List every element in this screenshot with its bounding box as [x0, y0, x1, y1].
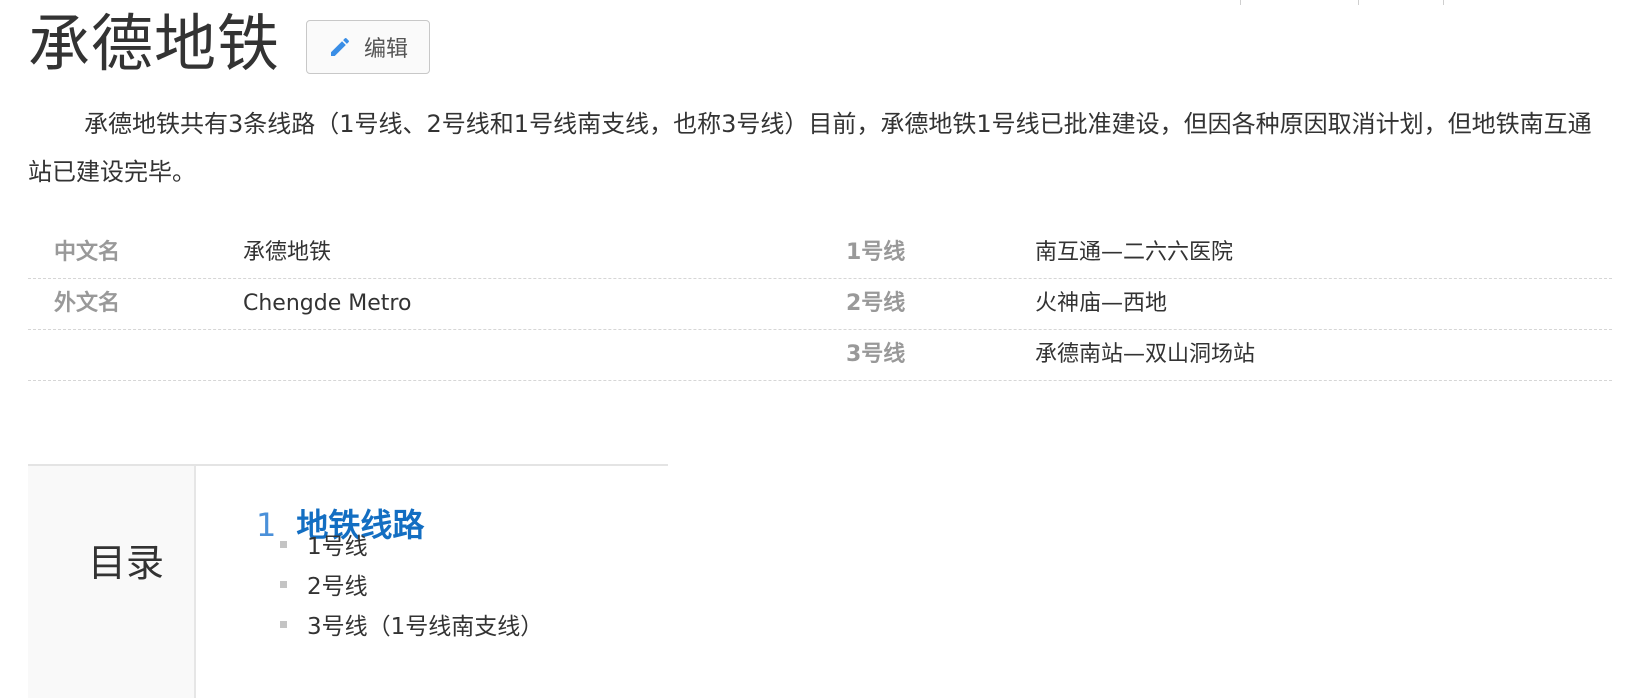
info-key: 外文名	[54, 291, 121, 316]
info-key: 2号线	[846, 291, 906, 316]
info-value: 火神庙—西地	[1035, 291, 1168, 316]
toc-item-line-3[interactable]: 3号线（1号线南支线）	[280, 612, 543, 642]
edit-button[interactable]: 编辑	[306, 20, 431, 74]
toc-label-column: 目录	[28, 466, 196, 698]
page-title: 承德地铁	[28, 7, 281, 80]
page: 承德地铁 编辑 承德地铁共有3条线路（1号线、2号线和1号线南支线，也称3号线）…	[0, 0, 1630, 698]
info-row: 外文名 Chengde Metro 2号线 火神庙—西地	[28, 279, 1612, 330]
edit-button-label: 编辑	[364, 37, 409, 62]
info-value: 承德南站—双山洞场站	[1035, 342, 1256, 367]
info-value: 南互通—二六六医院	[1035, 240, 1234, 265]
toc-item-line-2[interactable]: 2号线	[280, 572, 368, 602]
toc-item-label[interactable]: 2号线	[307, 574, 368, 600]
info-value: 承德地铁	[243, 240, 332, 265]
bullet-icon	[280, 541, 287, 548]
info-key: 3号线	[846, 342, 906, 367]
top-toolbar-separators	[1240, 0, 1490, 6]
toc-item-label[interactable]: 1号线	[307, 534, 368, 560]
summary-paragraph: 承德地铁共有3条线路（1号线、2号线和1号线南支线，也称3号线）目前，承德地铁1…	[28, 110, 1592, 186]
table-of-contents: 目录 1 地铁线路 1号线 2号线 3号线（1号线南支线）	[28, 464, 668, 698]
toc-title: 目录	[87, 541, 164, 585]
info-key: 中文名	[54, 240, 121, 265]
title-row: 承德地铁 编辑	[28, 4, 431, 84]
info-row: 中文名 承德地铁 1号线 南互通—二六六医院	[28, 228, 1612, 279]
bullet-icon	[280, 581, 287, 588]
info-row: 3号线 承德南站—双山洞场站	[28, 330, 1612, 381]
toc-section-number: 1	[256, 506, 277, 544]
bullet-icon	[280, 621, 287, 628]
info-value: Chengde Metro	[243, 291, 412, 316]
info-key: 1号线	[846, 240, 906, 265]
info-table: 中文名 承德地铁 1号线 南互通—二六六医院 外文名 Chengde Metro…	[28, 228, 1612, 381]
toc-item-label[interactable]: 3号线（1号线南支线）	[307, 614, 543, 640]
toc-item-line-1[interactable]: 1号线	[280, 532, 368, 562]
pencil-icon	[331, 37, 350, 56]
